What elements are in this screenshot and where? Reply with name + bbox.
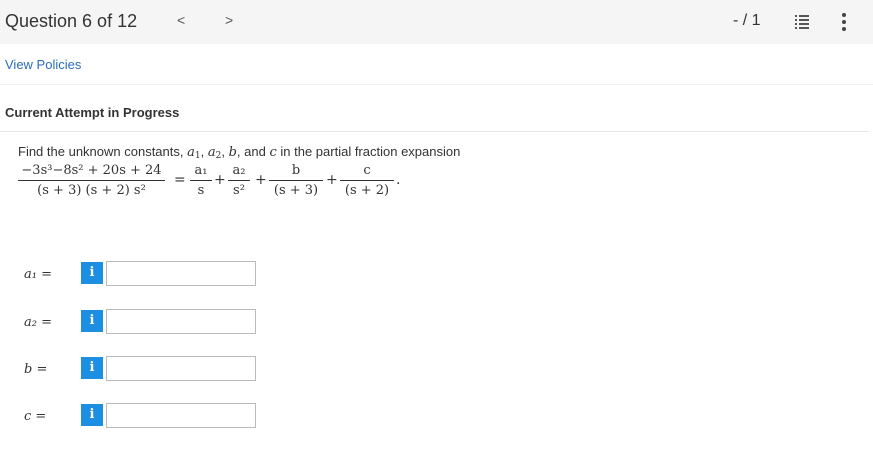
term-b: b (s + 3): [269, 162, 323, 199]
more-options-icon[interactable]: [842, 13, 846, 31]
term-a1: a₁ s: [190, 162, 212, 199]
answer-input-a2[interactable]: [107, 310, 255, 333]
term-c: c (s + 2): [340, 162, 394, 199]
divider: [0, 131, 868, 132]
plus-sign: +: [255, 172, 267, 188]
info-button[interactable]: i: [81, 404, 103, 426]
answer-label-a2: a₂ =: [24, 315, 52, 330]
answer-label-a1: a₁ =: [24, 267, 52, 282]
view-policies-link[interactable]: View Policies: [5, 57, 81, 72]
var-a2: a2: [207, 145, 222, 161]
answer-label-c: c =: [24, 409, 47, 424]
divider: [0, 84, 873, 85]
info-button[interactable]: i: [81, 262, 103, 284]
prompt-conj: and: [244, 144, 266, 159]
answer-field-c[interactable]: [106, 403, 256, 428]
question-title: Question 6 of 12: [5, 11, 138, 31]
answer-label-b: b =: [24, 362, 48, 377]
var-c: c: [269, 145, 277, 160]
answer-input-c[interactable]: [107, 404, 255, 427]
prompt-text-after: in the partial fraction expansion: [280, 144, 461, 159]
answer-field-a1[interactable]: [106, 261, 256, 286]
next-question-button[interactable]: >: [225, 12, 233, 28]
answer-input-a1[interactable]: [107, 262, 255, 285]
period: .: [396, 172, 401, 188]
lhs-fraction: −3s³−8s² + 20s + 24 (s + 3) (s + 2) s²: [18, 162, 165, 199]
prompt-text-before: Find the unknown constants,: [18, 144, 184, 159]
answer-field-b[interactable]: [106, 356, 256, 381]
problem-prompt: Find the unknown constants, a1, a2, b, a…: [18, 144, 461, 161]
var-b: b: [228, 145, 237, 160]
previous-question-button[interactable]: <: [177, 12, 185, 28]
plus-sign: +: [214, 172, 226, 188]
question-list-icon[interactable]: [795, 14, 809, 29]
plus-sign: +: [326, 172, 338, 188]
term-a2: a₂ s²: [228, 162, 250, 199]
info-button[interactable]: i: [81, 310, 103, 332]
top-bar: Question 6 of 12 < > - / 1: [0, 0, 873, 44]
answer-field-a2[interactable]: [106, 309, 256, 334]
info-button[interactable]: i: [81, 357, 103, 379]
score-display: - / 1: [733, 12, 761, 29]
var-a1: a1: [187, 145, 201, 161]
attempt-heading: Current Attempt in Progress: [5, 105, 180, 120]
equals-sign: =: [174, 172, 186, 188]
answer-input-b[interactable]: [107, 357, 255, 380]
